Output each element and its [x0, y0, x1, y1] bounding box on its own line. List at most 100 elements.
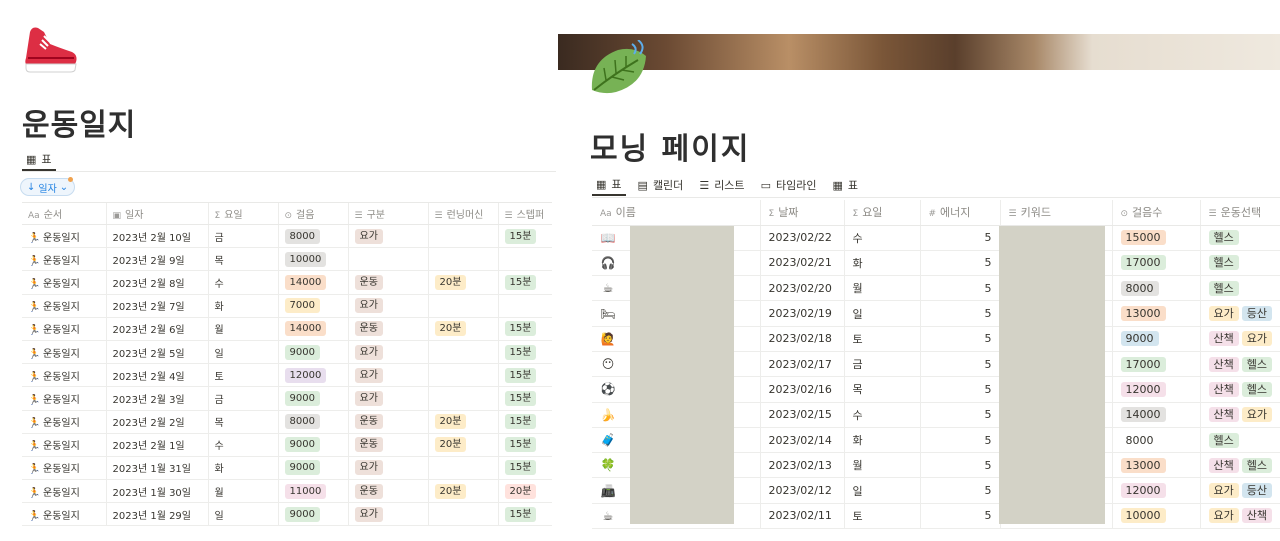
- cell-energy[interactable]: 5: [919, 300, 1000, 327]
- cell-date[interactable]: 2023년 2월 8일: [105, 270, 208, 295]
- column-header-weekday[interactable]: Σ 요일: [843, 200, 920, 226]
- cell-treadmill[interactable]: [427, 456, 498, 481]
- tab-table[interactable]: ▦ 표: [592, 174, 626, 196]
- cell-stepper[interactable]: 15분: [497, 270, 552, 295]
- cell-steps[interactable]: 10000: [277, 247, 348, 272]
- cell-energy[interactable]: 5: [919, 402, 1000, 428]
- cell-stepper[interactable]: [497, 294, 552, 318]
- cell-stepper[interactable]: 15분: [497, 363, 552, 388]
- cell-exercise[interactable]: 산책 헬스: [1199, 376, 1280, 403]
- cell-steps[interactable]: 9000: [277, 502, 348, 527]
- cell-stepper[interactable]: 15분: [497, 224, 552, 249]
- cell-date[interactable]: 2023년 2월 2일: [105, 410, 208, 434]
- cell-order[interactable]: 🏃 운동일지: [22, 247, 106, 272]
- cell-category[interactable]: 운동: [347, 270, 428, 295]
- cell-steps[interactable]: 13000: [1111, 300, 1200, 327]
- table-row[interactable]: 🏃 운동일지 2023년 2월 7일 화 7000 요가: [22, 294, 552, 318]
- table-row[interactable]: 🏃 운동일지 2023년 2월 9일 목 10000: [22, 247, 552, 272]
- cell-steps[interactable]: 9000: [277, 340, 348, 365]
- cell-treadmill[interactable]: 20분: [427, 410, 498, 434]
- cell-steps[interactable]: 9000: [1111, 326, 1200, 352]
- cell-exercise[interactable]: 헬스: [1199, 427, 1280, 454]
- cell-energy[interactable]: 5: [919, 376, 1000, 403]
- tab-timeline[interactable]: ▭ 타임라인: [757, 174, 821, 196]
- cell-energy[interactable]: 5: [919, 477, 1000, 504]
- cell-date[interactable]: 2023년 1월 31일: [105, 456, 208, 481]
- tab-calendar[interactable]: ▤ 캘린더: [634, 174, 688, 196]
- table-row[interactable]: 🏃 운동일지 2023년 2월 2일 목 8000 운동 20분 15분: [22, 410, 552, 434]
- cell-date[interactable]: 2023년 2월 6일: [105, 317, 208, 341]
- tab-list[interactable]: ☰ 리스트: [695, 174, 748, 196]
- cell-order[interactable]: 🏃 운동일지: [22, 340, 106, 365]
- cell-exercise[interactable]: 산책 요가: [1199, 326, 1280, 352]
- cell-steps[interactable]: 17000: [1111, 351, 1200, 378]
- cell-stepper[interactable]: 20분: [497, 479, 552, 504]
- cell-treadmill[interactable]: [427, 247, 498, 272]
- cell-stepper[interactable]: 15분: [497, 410, 552, 434]
- cell-date[interactable]: 2023년 1월 29일: [105, 502, 208, 527]
- cell-treadmill[interactable]: [427, 363, 498, 388]
- cell-steps[interactable]: 12000: [1111, 477, 1200, 504]
- cell-exercise[interactable]: 요가 등산: [1199, 477, 1280, 504]
- cell-energy[interactable]: 5: [919, 326, 1000, 352]
- column-header-energy[interactable]: # 에너지: [919, 200, 1000, 226]
- cell-exercise[interactable]: 요가 산책: [1199, 503, 1280, 530]
- cell-order[interactable]: 🏃 운동일지: [22, 317, 106, 341]
- cell-date[interactable]: 2023년 2월 10일: [105, 224, 208, 249]
- cell-stepper[interactable]: 15분: [497, 433, 552, 457]
- cell-date[interactable]: 2023년 2월 9일: [105, 247, 208, 272]
- cell-treadmill[interactable]: [427, 386, 498, 411]
- cell-treadmill[interactable]: 20분: [427, 317, 498, 341]
- cell-steps[interactable]: 8000: [1111, 275, 1200, 302]
- tab-table[interactable]: ▦ 표: [22, 149, 56, 171]
- cell-category[interactable]: 요가: [347, 386, 428, 411]
- table-row[interactable]: 🏃 운동일지 2023년 2월 6일 월 14000 운동 20분 15분: [22, 317, 552, 341]
- cell-exercise[interactable]: 산책 헬스: [1199, 452, 1280, 479]
- cell-order[interactable]: 🏃 운동일지: [22, 410, 106, 434]
- cell-treadmill[interactable]: 20분: [427, 479, 498, 504]
- column-header-treadmill[interactable]: ☰ 런닝머신: [427, 202, 498, 225]
- cell-steps[interactable]: 9000: [277, 386, 348, 411]
- cell-energy[interactable]: 5: [919, 351, 1000, 378]
- cell-order[interactable]: 🏃 운동일지: [22, 479, 106, 504]
- cell-date[interactable]: 2023년 2월 3일: [105, 386, 208, 411]
- cell-stepper[interactable]: 15분: [497, 386, 552, 411]
- cell-category[interactable]: 운동: [347, 479, 428, 504]
- cell-date[interactable]: 2023년 2월 4일: [105, 363, 208, 388]
- cell-treadmill[interactable]: 20분: [427, 433, 498, 457]
- table-row[interactable]: 🏃 운동일지 2023년 1월 29일 일 9000 요가 15분: [22, 502, 552, 527]
- table-row[interactable]: 🏃 운동일지 2023년 2월 4일 토 12000 요가 15분: [22, 363, 552, 388]
- cell-treadmill[interactable]: [427, 224, 498, 249]
- table-row[interactable]: 🏃 운동일지 2023년 2월 3일 금 9000 요가 15분: [22, 386, 552, 411]
- cell-order[interactable]: 🏃 운동일지: [22, 224, 106, 249]
- cell-treadmill[interactable]: [427, 502, 498, 527]
- cell-category[interactable]: 요가: [347, 456, 428, 481]
- column-header-stepper[interactable]: ☰ 스텝퍼: [497, 202, 552, 225]
- column-header-name[interactable]: Aa 이름: [592, 200, 760, 226]
- cell-steps[interactable]: 11000: [277, 479, 348, 504]
- cell-exercise[interactable]: 산책 요가: [1199, 402, 1280, 428]
- table-row[interactable]: 🏃 운동일지 2023년 2월 8일 수 14000 운동 20분 15분: [22, 270, 552, 295]
- cell-date[interactable]: 2023년 2월 7일: [105, 294, 208, 318]
- cell-treadmill[interactable]: [427, 340, 498, 365]
- cell-energy[interactable]: 5: [919, 427, 1000, 454]
- cell-energy[interactable]: 5: [919, 250, 1000, 277]
- cell-stepper[interactable]: 15분: [497, 502, 552, 527]
- sort-chip[interactable]: ↓ 일자 ⌄: [20, 178, 76, 196]
- cell-steps[interactable]: 9000: [277, 456, 348, 481]
- table-row[interactable]: 🏃 운동일지 2023년 1월 30일 월 11000 운동 20분 20분: [22, 479, 552, 504]
- cell-category[interactable]: 요가: [347, 340, 428, 365]
- cell-steps[interactable]: 14000: [1111, 402, 1200, 428]
- column-header-date[interactable]: Σ 날짜: [759, 200, 844, 226]
- cell-treadmill[interactable]: [427, 294, 498, 318]
- cell-exercise[interactable]: 산책 헬스: [1199, 351, 1280, 378]
- cell-exercise[interactable]: 요가 등산: [1199, 300, 1280, 327]
- cell-exercise[interactable]: 헬스: [1199, 250, 1280, 277]
- cell-steps[interactable]: 14000: [277, 317, 348, 341]
- cell-steps[interactable]: 7000: [277, 294, 348, 318]
- cell-energy[interactable]: 5: [919, 225, 1000, 251]
- cell-order[interactable]: 🏃 운동일지: [22, 456, 106, 481]
- table-row[interactable]: 🏃 운동일지 2023년 2월 1일 수 9000 운동 20분 15분: [22, 433, 552, 457]
- cell-category[interactable]: [347, 247, 428, 272]
- cell-steps[interactable]: 8000: [1111, 427, 1200, 454]
